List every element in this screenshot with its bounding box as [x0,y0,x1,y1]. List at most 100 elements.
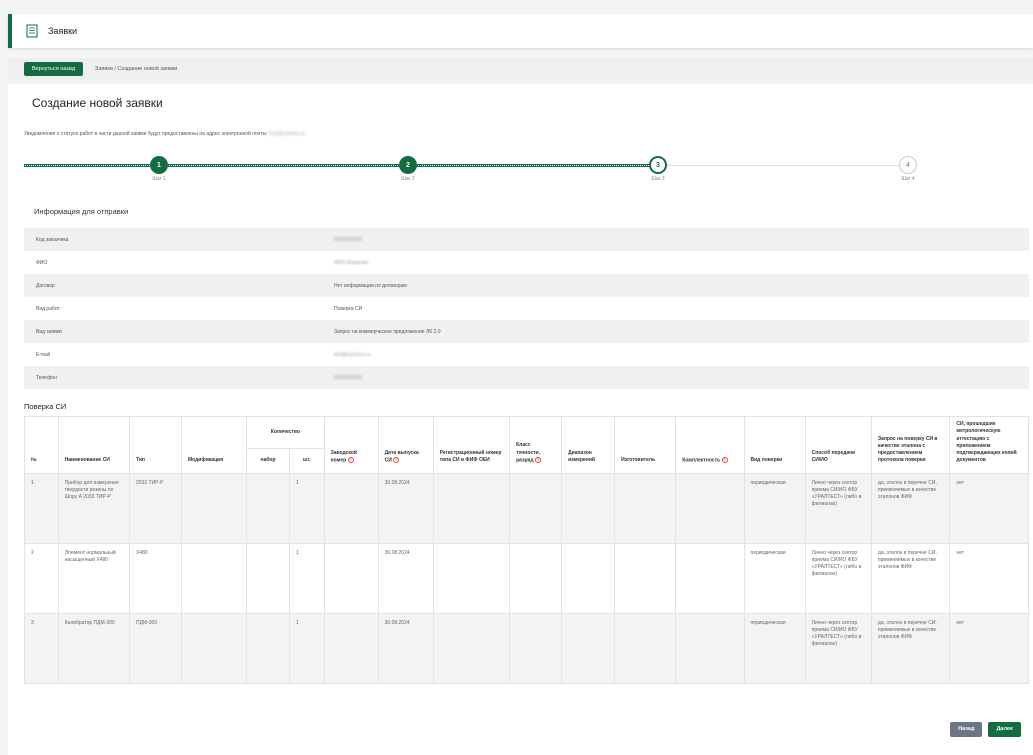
col-complete: Комплектность ? [675,416,745,474]
col-qty-pcs: шт. [288,448,325,474]
step-line-1 [24,164,150,167]
info-value: ФИО Фамилия [334,259,368,266]
info-table: Код заказчика 0000000000 ФИО ФИО Фамилия… [24,228,1029,389]
col-request: Запрос на поверку СИ в качестве эталона … [870,416,951,474]
info-value: 0000000000 [334,374,362,381]
info-row-fio: ФИО ФИО Фамилия [24,251,1029,274]
cell-serial [323,612,379,684]
col-class: Класс точности, разряд ? [509,416,563,474]
col-name: Наименование СИ [57,416,130,474]
back-button[interactable]: Назад [950,722,983,737]
cell-range [561,542,616,614]
cell-mod [180,542,248,614]
help-icon[interactable]: ? [534,456,541,463]
col-serial: Заводской номер ? [323,416,379,474]
poverka-section-title: Поверка СИ [24,402,67,411]
info-row-customer-code: Код заказчика 0000000000 [24,228,1029,251]
step-3-circle[interactable]: 3 [649,156,667,174]
cell-method: Лично через сектор приема СИ/ИО ФБУ «УРА… [804,472,872,544]
step-4-label: Шаг 4 [901,176,915,182]
info-label: Вид заявки [36,328,62,335]
info-row-request-type: Вид заявки Запрос на коммерческое предло… [24,320,1029,343]
info-value: Запрос на коммерческое предложение ЛК 2.… [334,328,441,335]
cell-attest: нет [949,542,1029,614]
info-value: test@contoso.ru [334,351,371,358]
breadcrumb: Вернуться назад Заявки / Создание новой … [8,58,1033,80]
col-num: № [24,416,59,474]
step-2-circle[interactable]: 2 [399,156,417,174]
col-kind: Вид поверки [743,416,806,474]
next-button[interactable]: Далее [988,722,1021,737]
cell-maker [614,542,677,614]
info-value: Нет информации по договорам [334,282,407,289]
info-label: ФИО [36,259,48,266]
cell-type: 2033 ТИР-Р [128,472,182,544]
app-header: Заявки [8,14,1033,48]
cell-maker [614,472,677,544]
step-3-label: Шаг 3 [651,176,665,182]
cell-kind: периодическая [743,612,806,684]
main-content: Создание новой заявки Уведомления о стат… [8,84,1033,755]
step-1-circle[interactable]: 1 [150,156,168,174]
info-value: 0000000000 [334,236,362,243]
step-line-4 [667,165,899,166]
step-4-circle[interactable]: 4 [899,156,917,174]
si-table: № Наименование СИ Тип Модификация Количе… [24,416,1029,684]
cell-class [509,542,563,614]
info-row-work-type: Вид работ Поверка СИ [24,297,1029,320]
info-row-phone: Телефон 0000000000 [24,366,1029,389]
col-attest: СИ, прошедшие метрологическую аттестацию… [949,416,1029,474]
cell-name: Прибор для измерения твердости резины по… [57,472,130,544]
cell-attest: нет [949,472,1029,544]
cell-num: 1 [24,472,59,544]
col-reg: Регистрационный номер типа СИ в ФИФ ОЕИ [432,416,511,474]
email-notice: Уведомления о статусе работ в части данн… [24,131,305,137]
cell-maker [614,612,677,684]
cell-name: Калибратор ПДМ-300 [57,612,130,684]
col-quantity: Количество [246,416,325,449]
col-method: Способ передачи СИ/ИО [804,416,872,474]
col-maker: Изготовитель [614,416,677,474]
cell-serial [323,542,379,614]
info-label: Телефон [36,374,57,381]
cell-qty-pcs: 1 [288,612,325,684]
footer-actions: Назад Далее [950,722,1021,737]
cell-name: Элемент нормальный насыщенный Х480 [57,542,130,614]
go-back-button[interactable]: Вернуться назад [24,62,84,76]
cell-num: 2 [24,542,59,614]
info-row-email: E-mail test@contoso.ru [24,343,1029,366]
help-icon[interactable]: ? [721,456,728,463]
cell-class [509,472,563,544]
page-title: Создание новой заявки [32,96,163,110]
cell-date: 30.08.2024 [377,542,434,614]
table-row[interactable]: 2 Элемент нормальный насыщенный Х480 Х48… [24,542,1029,614]
cell-request: да, эталон в перечне СИ, применяемых в к… [870,472,951,544]
cell-method: Лично через сектор приема СИ/ИО ФБУ «УРА… [804,542,872,614]
info-label: Договор [36,282,55,289]
info-value: Поверка СИ [334,305,363,312]
cell-method: Лично через сектор приема СИ/ИО ФБУ «УРА… [804,612,872,684]
col-date: Дата выпуска СИ ? [377,416,434,474]
cell-serial [323,472,379,544]
table-row[interactable]: 3 Калибратор ПДМ-300 ПДМ-300 1 30.08.202… [24,612,1029,684]
table-row[interactable]: 1 Прибор для измерения твердости резины … [24,472,1029,544]
cell-qty-set [246,542,290,614]
help-icon[interactable]: ? [393,456,400,463]
info-section-title: Информация для отправки [34,207,129,216]
col-type: Тип [128,416,182,474]
email-notice-address: test@contoso.ru [268,131,306,137]
cell-type: ПДМ-300 [128,612,182,684]
header-title: Заявки [48,26,78,36]
cell-range [561,472,616,544]
cell-reg [432,542,511,614]
cell-request: да, эталон в перечне СИ, применяемых в к… [870,612,951,684]
cell-request: да, эталон в перечне СИ, применяемых в к… [870,542,951,614]
breadcrumb-path: Заявки / Создание новой заявки [95,66,178,72]
help-icon[interactable]: ? [347,456,354,463]
left-edge [0,48,8,755]
cell-complete [675,542,745,614]
info-label: E-mail [36,351,51,358]
cell-mod [180,472,248,544]
step-2-label: Шаг 2 [401,176,415,182]
step-line-3 [417,164,649,167]
